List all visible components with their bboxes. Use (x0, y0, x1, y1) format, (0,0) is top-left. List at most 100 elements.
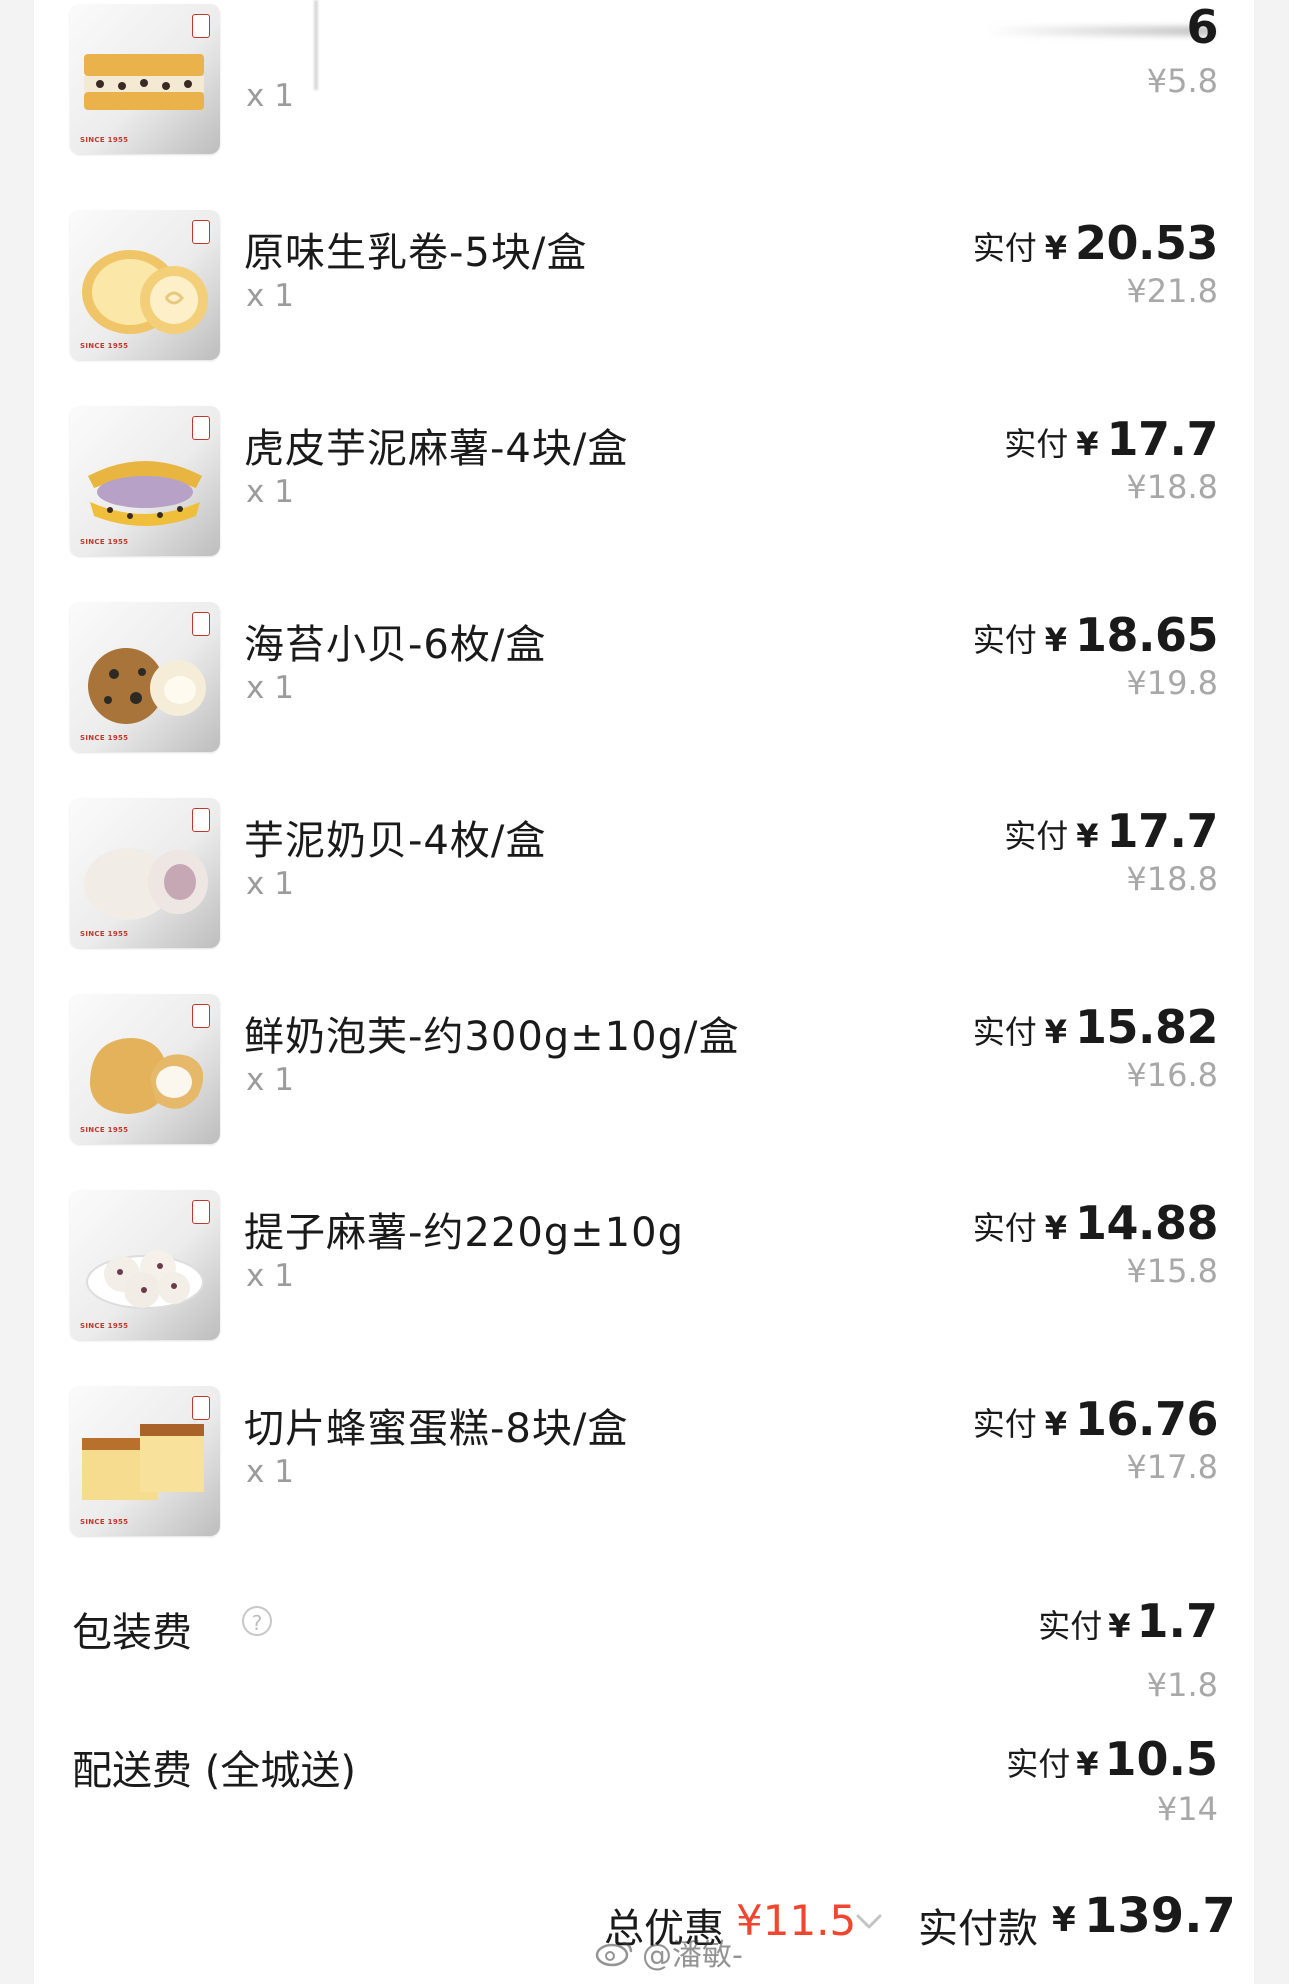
brand-logo-icon (192, 612, 210, 636)
product-image: SINCE 1955 (70, 994, 220, 1144)
currency-symbol: ¥ (1044, 1013, 1067, 1051)
item-paid-price: 实付 ¥ 15.82 (972, 1000, 1219, 1054)
watermark-text: @潘敏- (642, 1938, 743, 1973)
item-original-price: ¥17.8 (1126, 1448, 1218, 1486)
paid-amount: 15.82 (1074, 1000, 1219, 1054)
product-image: SINCE 1955 (70, 406, 220, 556)
paid-label: 实付 (972, 621, 1037, 659)
brand-caption: SINCE 1955 (80, 1518, 129, 1526)
paid-amount: 10.5 (1104, 1732, 1219, 1786)
currency-symbol: ¥ (1044, 1209, 1067, 1247)
item-quantity: x 1 (246, 278, 294, 314)
item-original-price: ¥18.8 (1126, 860, 1218, 898)
brand-logo-icon (192, 1396, 210, 1420)
paid-label: 实付 (1004, 817, 1069, 855)
item-original-price: ¥18.8 (1126, 468, 1218, 506)
item-original-price: ¥19.8 (1126, 664, 1218, 702)
item-name: 提子麻薯-约220g±10g (244, 1210, 684, 1256)
list-item[interactable]: SINCE 1955 芋泥奶贝-4枚/盒 x 1 实付 ¥ 17.7 ¥18.8 (34, 788, 1254, 958)
item-quantity: x 1 (246, 866, 294, 902)
list-item[interactable]: SINCE 1955 x 1 6 ¥5.8 (34, 0, 1254, 164)
product-image: SINCE 1955 (70, 1386, 220, 1536)
weibo-icon (595, 1941, 633, 1967)
question-circle-icon[interactable]: ? (242, 1606, 272, 1636)
item-paid-price: 实付 ¥ 18.65 (972, 608, 1219, 662)
item-paid-price: 实付 ¥ 20.53 (973, 216, 1219, 270)
blurred-region (984, 26, 1214, 36)
item-paid-price: 实付 ¥ 14.88 (972, 1196, 1219, 1250)
total-discount-amount: ¥11.5 (736, 1896, 857, 1945)
list-item[interactable]: SINCE 1955 提子麻薯-约220g±10g x 1 实付 ¥ 14.88… (34, 1180, 1254, 1350)
brand-caption: SINCE 1955 (80, 930, 129, 938)
currency-symbol: ¥ (1076, 425, 1099, 463)
currency-symbol: ¥ (1044, 621, 1067, 659)
item-name: 芋泥奶贝-4枚/盒 (244, 818, 547, 864)
product-image: SINCE 1955 (70, 210, 220, 360)
total-paid-amount: 139.7 (1084, 1888, 1236, 1944)
currency-symbol: ¥ (1052, 1900, 1076, 1940)
item-paid-price: 实付 ¥ 16.76 (972, 1392, 1219, 1446)
list-item[interactable]: SINCE 1955 鲜奶泡芙-约300g±10g/盒 x 1 实付 ¥ 15.… (34, 984, 1254, 1154)
brand-caption: SINCE 1955 (80, 1126, 129, 1134)
item-quantity: x 1 (246, 1258, 294, 1294)
watermark: @潘敏- (594, 1930, 743, 1974)
item-quantity: x 1 (246, 1454, 294, 1490)
product-image: SINCE 1955 (70, 4, 220, 154)
list-item[interactable]: SINCE 1955 海苔小贝-6枚/盒 x 1 实付 ¥ 18.65 ¥19.… (34, 592, 1254, 762)
order-detail-panel: SINCE 1955 x 1 6 ¥5.8 SINCE 1955 原味生乳卷-5… (34, 0, 1254, 1984)
product-image: SINCE 1955 (70, 1190, 220, 1340)
fee-name: 配送费 (全城送) (72, 1748, 356, 1794)
brand-caption: SINCE 1955 (80, 342, 129, 350)
item-name: 鲜奶泡芙-约300g±10g/盒 (244, 1014, 740, 1060)
blurred-divider (314, 0, 318, 90)
list-item[interactable]: SINCE 1955 切片蜂蜜蛋糕-8块/盒 x 1 实付 ¥ 16.76 ¥1… (34, 1376, 1254, 1546)
currency-symbol: ¥ (1044, 1405, 1067, 1443)
currency-symbol: ¥ (1076, 1745, 1099, 1783)
list-item[interactable]: SINCE 1955 原味生乳卷-5块/盒 x 1 实付 ¥ 20.53 ¥21… (34, 200, 1254, 370)
paid-amount: 1.7 (1136, 1594, 1219, 1648)
brand-caption: SINCE 1955 (80, 136, 129, 144)
item-name: 原味生乳卷-5块/盒 (244, 230, 588, 276)
item-paid-price: 实付 ¥ 17.7 (1004, 412, 1218, 466)
delivery-fee-row: 配送费 (全城送) 实付 ¥ 10.5 ¥14 (34, 1732, 1254, 1858)
item-name: 虎皮芋泥麻薯-4块/盒 (244, 426, 629, 472)
chevron-down-icon[interactable] (852, 1904, 886, 1938)
paid-label: 实付 (972, 1013, 1037, 1051)
item-paid-price: 6 (1186, 0, 1218, 54)
paid-amount: 14.88 (1074, 1196, 1219, 1250)
fee-name: 包装费 (72, 1610, 192, 1656)
brand-logo-icon (192, 808, 210, 832)
item-quantity: x 1 (246, 474, 294, 510)
brand-caption: SINCE 1955 (80, 734, 129, 742)
brand-caption: SINCE 1955 (80, 538, 129, 546)
currency-symbol: ¥ (1044, 229, 1067, 267)
fee-original-price: ¥14 (1156, 1790, 1218, 1828)
brand-caption: SINCE 1955 (80, 1322, 129, 1330)
item-original-price: ¥5.8 (1146, 62, 1218, 100)
paid-amount: 17.7 (1106, 412, 1219, 466)
paid-amount: 16.76 (1074, 1392, 1219, 1446)
total-paid-label: 实付款 (918, 1906, 1038, 1952)
item-original-price: ¥21.8 (1126, 272, 1218, 310)
item-name: 切片蜂蜜蛋糕-8块/盒 (244, 1406, 629, 1452)
item-original-price: ¥15.8 (1126, 1252, 1218, 1290)
currency-symbol: ¥ (1076, 817, 1099, 855)
item-quantity: x 1 (246, 1062, 294, 1098)
list-item[interactable]: SINCE 1955 虎皮芋泥麻薯-4块/盒 x 1 实付 ¥ 17.7 ¥18… (34, 396, 1254, 566)
brand-logo-icon (192, 14, 210, 38)
fee-paid-price: 实付 ¥ 1.7 (1038, 1594, 1218, 1648)
fee-paid-price: 实付 ¥ 10.5 (1006, 1732, 1218, 1786)
paid-label: 实付 (1004, 425, 1069, 463)
paid-label: 实付 (1006, 1745, 1071, 1783)
paid-amount: 6 (1186, 0, 1218, 54)
item-paid-price: 实付 ¥ 17.7 (1004, 804, 1218, 858)
fee-original-price: ¥1.8 (1146, 1666, 1218, 1704)
item-name: 海苔小贝-6枚/盒 (244, 622, 547, 668)
item-quantity: x 1 (246, 78, 294, 114)
item-quantity: x 1 (246, 670, 294, 706)
product-image: SINCE 1955 (70, 602, 220, 752)
paid-label: 实付 (972, 1405, 1037, 1443)
paid-amount: 20.53 (1074, 216, 1219, 270)
currency-symbol: ¥ (1108, 1607, 1131, 1645)
paid-label: 实付 (972, 1209, 1037, 1247)
